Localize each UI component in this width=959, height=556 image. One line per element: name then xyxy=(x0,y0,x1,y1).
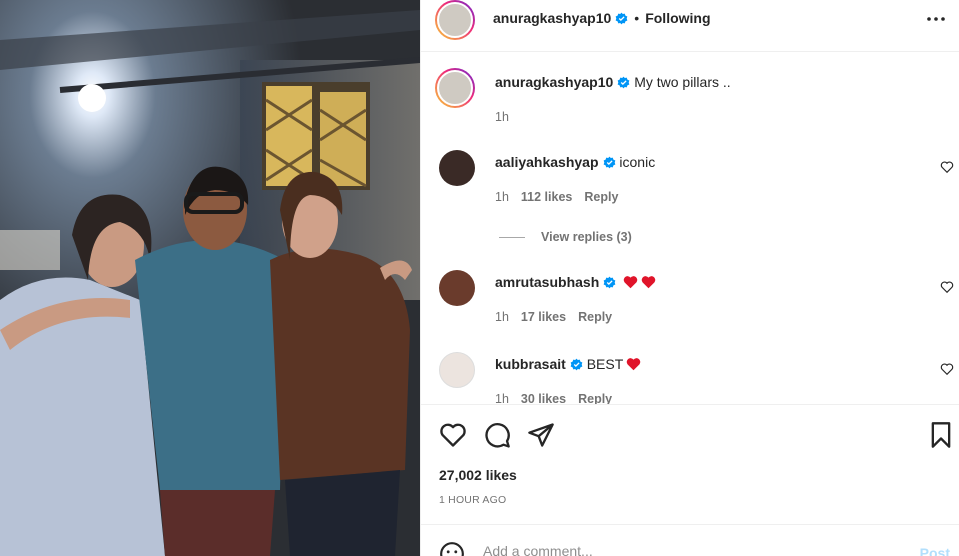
author-line: anuragkashyap10 • Following xyxy=(493,10,711,26)
verified-badge-icon xyxy=(603,156,615,169)
post-actions-bar xyxy=(421,404,959,464)
separator-dot: • xyxy=(634,10,640,26)
following-button[interactable]: Following xyxy=(645,10,710,26)
reply-button[interactable]: Reply xyxy=(578,392,612,404)
comment-likes[interactable]: 17 likes xyxy=(521,310,566,324)
verified-badge-icon xyxy=(615,12,628,25)
caption-text: My two pillars .. xyxy=(634,74,731,90)
red-heart-emoji-icon xyxy=(641,276,656,289)
author-avatar[interactable] xyxy=(435,0,475,40)
post-side-panel: anuragkashyap10 • Following anuragkashyap1… xyxy=(420,0,959,556)
verified-badge-icon xyxy=(603,276,616,289)
commenter-avatar[interactable] xyxy=(439,352,475,388)
caption-time: 1h xyxy=(495,110,509,124)
reply-button[interactable]: Reply xyxy=(584,190,618,204)
verified-badge-icon xyxy=(570,358,583,371)
comment-like-heart-icon[interactable] xyxy=(940,362,954,376)
post-comment-button[interactable]: Post xyxy=(920,545,950,556)
comment-input[interactable] xyxy=(483,543,863,556)
comment-like-heart-icon[interactable] xyxy=(940,280,954,294)
comment-likes[interactable]: 30 likes xyxy=(521,392,566,404)
caption-username[interactable]: anuragkashyap10 xyxy=(495,74,613,90)
comment-like-heart-icon[interactable] xyxy=(940,160,954,174)
commenter-username[interactable]: amrutasubhash xyxy=(495,274,599,290)
red-heart-emoji-icon xyxy=(623,276,638,289)
comment-likes[interactable]: 112 likes xyxy=(521,190,572,204)
share-icon[interactable] xyxy=(527,421,555,449)
commenter-username[interactable]: kubbrasait xyxy=(495,356,566,372)
bookmark-icon[interactable] xyxy=(927,421,955,449)
post-photo xyxy=(0,0,420,556)
post-likes-count[interactable]: 27,002 likes xyxy=(439,467,517,483)
divider-line xyxy=(499,237,525,239)
post-header: anuragkashyap10 • Following xyxy=(421,0,959,52)
comment-time: 1h xyxy=(495,310,509,324)
comment-time: 1h xyxy=(495,190,509,204)
view-replies-label: View replies (3) xyxy=(541,230,632,244)
heart-icon[interactable] xyxy=(439,421,467,449)
add-comment-bar: Post xyxy=(421,524,959,556)
comment-text: BEST xyxy=(586,356,624,372)
comment-icon[interactable] xyxy=(483,421,511,449)
author-username[interactable]: anuragkashyap10 xyxy=(493,10,611,26)
verified-badge-icon xyxy=(617,76,630,89)
red-heart-emoji-icon xyxy=(627,358,641,371)
comment-time: 1h xyxy=(495,392,509,404)
reply-button[interactable]: Reply xyxy=(578,310,612,324)
commenter-username[interactable]: aaliyahkashyap xyxy=(495,154,599,170)
commenter-avatar[interactable] xyxy=(439,270,475,306)
post-time-ago: 1 HOUR AGO xyxy=(439,494,507,506)
commenter-avatar[interactable] xyxy=(439,150,475,186)
comment-text: iconic xyxy=(619,154,656,170)
view-replies-button[interactable]: View replies (3) xyxy=(499,230,632,244)
comments-list[interactable]: anuragkashyap10 My two pillars .. 1h aal… xyxy=(421,52,959,404)
emoji-smile-icon[interactable] xyxy=(439,541,465,556)
author-avatar[interactable] xyxy=(435,68,475,108)
more-icon[interactable] xyxy=(924,10,948,28)
